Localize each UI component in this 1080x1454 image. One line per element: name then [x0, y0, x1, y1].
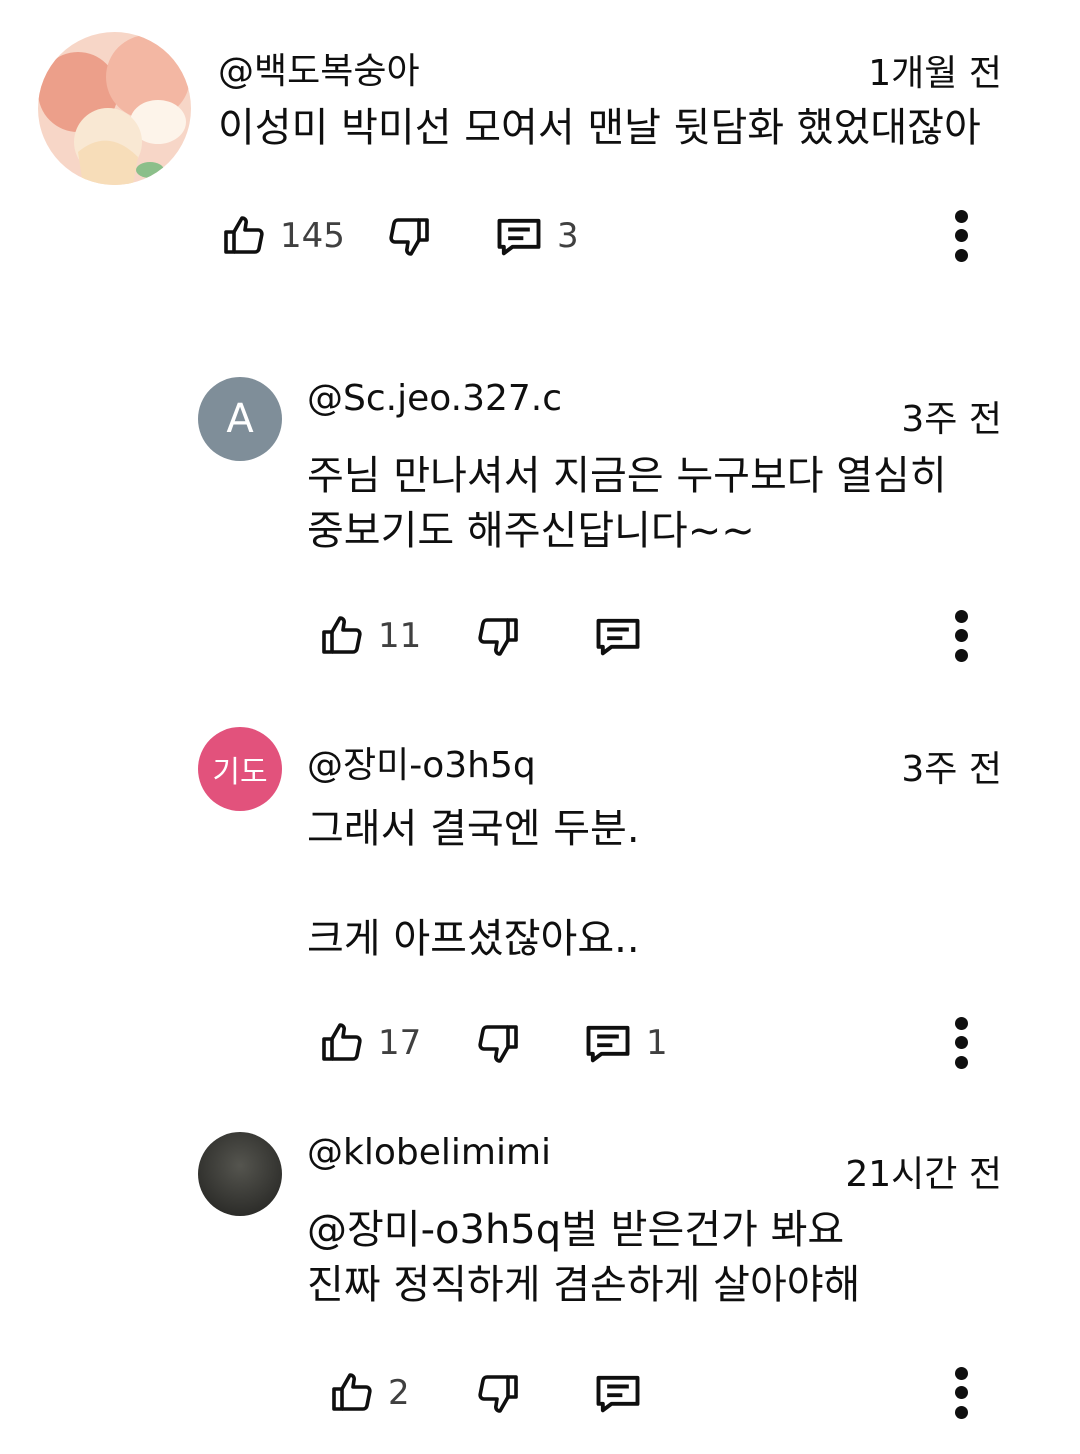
- dislike-button[interactable]: [474, 1013, 522, 1073]
- comment-text: @장미-o3h5q벌 받은건가 봐요 진짜 정직하게 겸손하게 살아야해: [307, 1207, 861, 1308]
- avatar[interactable]: [198, 1132, 282, 1216]
- thumbs-down-icon: [478, 618, 518, 656]
- more-dot: [955, 1056, 968, 1069]
- more-dot: [955, 1036, 968, 1049]
- more-options-button[interactable]: [952, 1013, 972, 1073]
- comment-text: 주님 만나셔서 지금은 누구보다 열심히 중보기도 해주신답니다~~: [307, 453, 947, 554]
- comment-reply: A @Sc.jeo.327.c 3주 전 주님 만나셔서 지금은 누구보다 열심…: [0, 360, 1080, 700]
- comment-time: 1개월 전: [868, 53, 1002, 94]
- reply-button[interactable]: [592, 606, 644, 666]
- more-vertical-icon: [955, 610, 968, 623]
- comment-time: 21시간 전: [845, 1154, 1002, 1195]
- like-button[interactable]: 11: [318, 606, 421, 666]
- thumbs-up-icon: [224, 216, 264, 254]
- more-dot: [955, 249, 968, 262]
- comment-actions: 2: [0, 1363, 1080, 1423]
- like-count: 2: [388, 1373, 410, 1413]
- more-vertical-icon: [955, 1367, 968, 1380]
- more-dot: [955, 629, 968, 642]
- avatar[interactable]: A: [198, 377, 282, 461]
- thumbs-down-icon: [478, 1375, 518, 1413]
- more-dot: [955, 1386, 968, 1399]
- avatar-peach-image: [38, 32, 191, 185]
- comment-reply: 기도 @장미-o3h5q 3주 전 그래서 결국엔 두분. 크게 아프셨잖아요.…: [0, 710, 1080, 1110]
- more-options-button[interactable]: [952, 206, 972, 266]
- comment-text: 그래서 결국엔 두분. 크게 아프셨잖아요..: [307, 806, 640, 962]
- more-options-button[interactable]: [952, 1363, 972, 1423]
- like-count: 145: [280, 216, 345, 256]
- dislike-button[interactable]: [474, 1363, 522, 1423]
- like-button[interactable]: 145: [220, 206, 345, 266]
- comment-time: 3주 전: [901, 399, 1002, 440]
- more-vertical-icon: [955, 1017, 968, 1030]
- thumbs-up-icon: [322, 1023, 362, 1061]
- comment-author[interactable]: @장미-o3h5q: [307, 736, 536, 788]
- thumbs-down-icon: [389, 218, 429, 256]
- more-dot: [955, 1406, 968, 1419]
- more-vertical-icon: [955, 210, 968, 223]
- avatar[interactable]: 기도: [198, 727, 282, 811]
- comment-author[interactable]: @klobelimimi: [307, 1132, 551, 1173]
- comment-actions: 17 1: [0, 1013, 1080, 1073]
- thumbs-up-icon: [322, 616, 362, 654]
- avatar[interactable]: [38, 32, 191, 185]
- comment-actions: 11: [0, 606, 1080, 666]
- more-options-button[interactable]: [952, 606, 972, 666]
- comment-time: 3주 전: [901, 749, 1002, 790]
- like-button[interactable]: 2: [328, 1363, 410, 1423]
- like-count: 17: [378, 1023, 422, 1063]
- like-button[interactable]: 17: [318, 1013, 421, 1073]
- avatar-letter: A: [226, 396, 254, 442]
- comment-author[interactable]: @백도복숭아: [218, 42, 420, 94]
- reply-button[interactable]: 1: [582, 1013, 668, 1073]
- comment-author[interactable]: @Sc.jeo.327.c: [307, 378, 562, 419]
- comment-top-level: @백도복숭아 1개월 전 이성미 박미선 모여서 맨날 뒷담화 했었대잖아 14…: [0, 0, 1080, 300]
- comment-text: 이성미 박미선 모여서 맨날 뒷담화 했었대잖아: [218, 105, 981, 151]
- reply-count: 3: [557, 216, 579, 256]
- comment-icon: [596, 1375, 640, 1413]
- comment-icon: [497, 218, 541, 256]
- comment-icon: [586, 1025, 630, 1063]
- avatar-letter: 기도: [212, 755, 268, 790]
- comment-actions: 145 3: [0, 206, 1080, 266]
- thumbs-down-icon: [478, 1025, 518, 1063]
- more-dot: [955, 649, 968, 662]
- reply-button[interactable]: [592, 1363, 644, 1423]
- reply-button[interactable]: 3: [493, 206, 579, 266]
- comment-reply: @klobelimimi 21시간 전 @장미-o3h5q벌 받은건가 봐요 진…: [0, 1115, 1080, 1454]
- reply-count: 1: [646, 1023, 668, 1063]
- more-dot: [955, 229, 968, 242]
- dislike-button[interactable]: [474, 606, 522, 666]
- avatar-dark-image: [198, 1132, 282, 1216]
- like-count: 11: [378, 616, 422, 656]
- comment-icon: [596, 618, 640, 656]
- dislike-button[interactable]: [385, 206, 433, 266]
- thumbs-up-icon: [332, 1373, 372, 1411]
